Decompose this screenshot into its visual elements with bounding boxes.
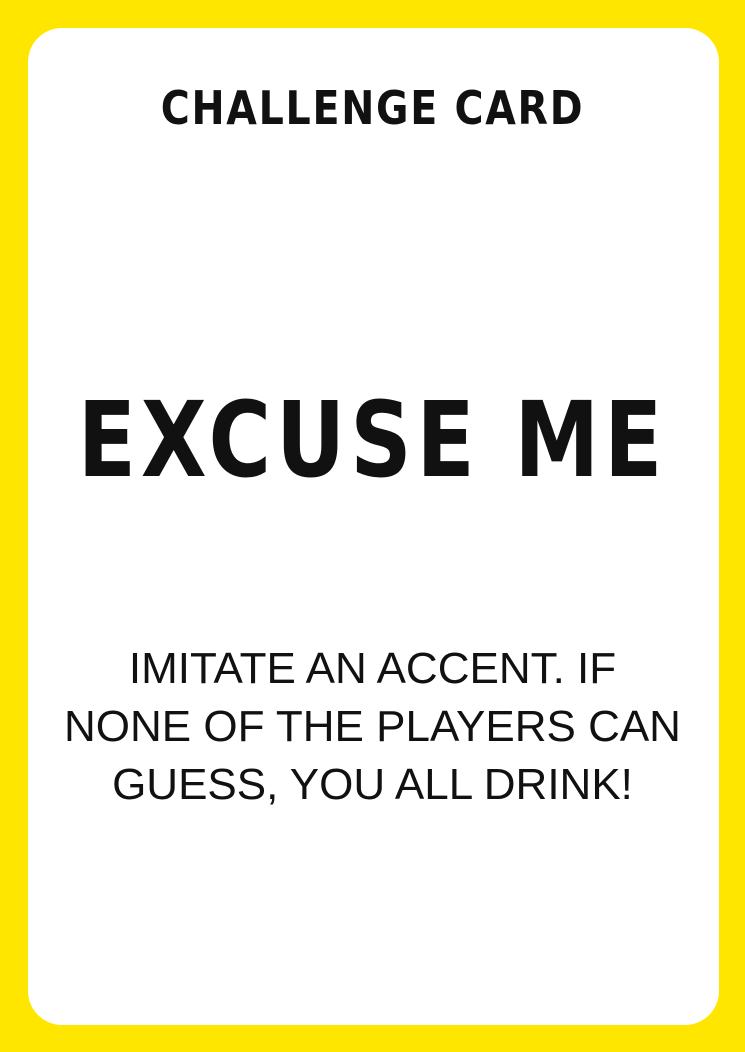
card-instructions-line: NONE OF THE PLAYERS CAN xyxy=(64,702,681,751)
card-type-label: CHALLENGE CARD xyxy=(160,81,585,135)
card-instructions-line: GUESS, YOU ALL DRINK! xyxy=(112,760,633,809)
card-instructions: IMITATE AN ACCENT. IF NONE OF THE PLAYER… xyxy=(40,640,705,814)
card-instructions-line: IMITATE AN ACCENT. IF xyxy=(128,644,617,693)
card-face xyxy=(28,28,719,1025)
card-title: EXCUSE ME xyxy=(77,379,668,501)
